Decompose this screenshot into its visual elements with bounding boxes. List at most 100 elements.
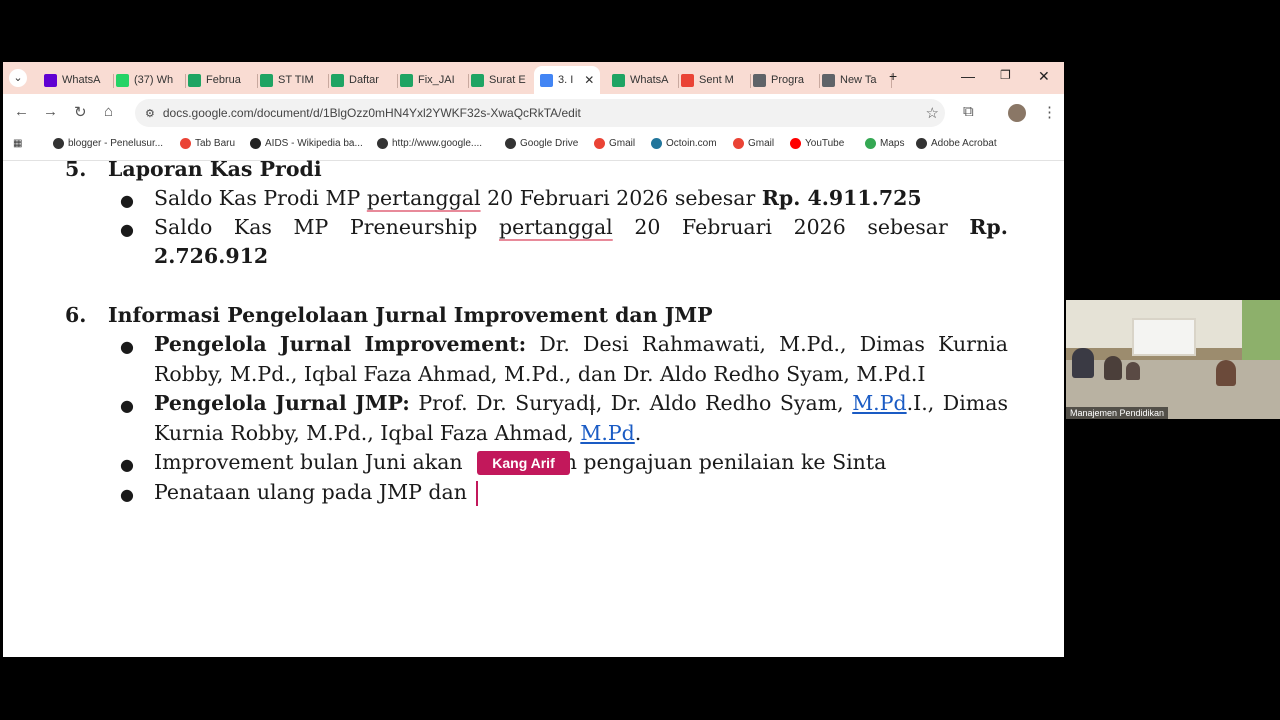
bookmark-label: http://www.google.... — [392, 138, 483, 149]
tab[interactable]: 3. I ✕ — [534, 66, 600, 94]
video-call-thumbnail[interactable]: Manajemen Pendidikan — [1066, 300, 1280, 419]
profile-avatar[interactable] — [1008, 104, 1026, 122]
bullet: ● — [120, 396, 134, 415]
word: Pengelola — [154, 332, 267, 356]
minimize-icon[interactable]: — — [961, 68, 975, 84]
bookmark-item[interactable]: Maps — [865, 138, 904, 149]
tab-label: New Ta — [840, 74, 877, 86]
tab-label: Progra — [771, 74, 805, 86]
mouse-ibeam-icon — [591, 397, 593, 415]
video-participant — [1216, 360, 1236, 386]
list-item: Penataan ulang pada JMP dan — [154, 480, 467, 504]
text-run: n pengajuan penilaian ke Sinta — [563, 450, 887, 474]
word: .I., — [906, 391, 935, 415]
tab[interactable]: (37) Wh — [110, 66, 186, 94]
extensions-icon[interactable]: ⧉ — [963, 103, 974, 120]
spellcheck-word[interactable]: pertanggal — [499, 215, 613, 239]
bookmark-item[interactable]: Gmail — [733, 138, 774, 149]
video-participant — [1126, 362, 1140, 380]
list-item: Pengelola Jurnal JMP: Prof. Dr. Suryadi,… — [154, 391, 1008, 415]
close-window-icon[interactable]: ✕ — [1038, 68, 1050, 85]
back-icon[interactable]: ← — [14, 103, 29, 120]
tab[interactable]: Fix_JAI — [394, 66, 469, 94]
text-run: Kurnia Robby, M.Pd., Iqbal Faza Ahmad, — [154, 421, 574, 445]
close-tab-icon[interactable]: ✕ — [584, 73, 594, 87]
bullet: ● — [120, 455, 134, 474]
word: Kurnia — [938, 332, 1008, 356]
hyperlink[interactable]: M.Pd — [580, 421, 634, 445]
bookmark-item[interactable]: Google Drive — [505, 138, 578, 149]
restore-icon[interactable]: ❐ — [1000, 68, 1011, 82]
bookmark-item[interactable]: Adobe Acrobat — [916, 138, 997, 149]
text-run: 20 Februari 2026 sebesar — [487, 186, 756, 210]
tab[interactable]: New Ta — [816, 66, 892, 94]
tab[interactable]: Daftar — [325, 66, 398, 94]
google-drive-icon — [331, 73, 344, 87]
google-drive-icon — [612, 73, 625, 87]
tab[interactable]: WhatsA — [38, 66, 114, 94]
word: Kas — [233, 215, 272, 239]
bookmark-item[interactable]: blogger - Penelusur... — [53, 138, 163, 149]
word: Prof. — [418, 391, 468, 415]
bookmark-star-icon[interactable]: ☆ — [926, 104, 939, 122]
tab-label: WhatsA — [630, 74, 669, 86]
gmail-icon — [681, 73, 694, 87]
tab[interactable]: Sent M — [675, 66, 751, 94]
word: Aldo — [649, 391, 697, 415]
google-icon — [180, 138, 191, 149]
hyperlink[interactable]: M.Pd — [852, 391, 906, 415]
section-heading: Informasi Pengelolaan Jurnal Improvement… — [108, 303, 713, 327]
globe-icon — [377, 138, 388, 149]
word: Preneurship — [349, 215, 478, 239]
bookmark-label: Octoin.com — [666, 138, 717, 149]
tab-label: 3. I — [558, 74, 574, 86]
gmail-icon — [594, 138, 605, 149]
globe-icon — [916, 138, 927, 149]
bookmark-label: blogger - Penelusur... — [68, 138, 164, 149]
tab-search-chevron-icon[interactable]: ⌄ — [9, 69, 27, 87]
bookmark-item[interactable]: Tab Baru — [180, 138, 235, 149]
bookmark-label: Tab Baru — [195, 138, 236, 149]
text-run: Improvement bulan Juni akan — [154, 450, 463, 474]
tab[interactable]: Februa — [182, 66, 258, 94]
tab[interactable]: Surat E — [465, 66, 538, 94]
bookmark-label: Gmail — [748, 138, 775, 149]
bookmark-item[interactable]: YouTube — [790, 138, 844, 149]
google-docs-icon — [540, 73, 553, 87]
wikipedia-icon — [250, 138, 261, 149]
tab[interactable]: WhatsA — [606, 66, 679, 94]
maps-icon — [865, 138, 876, 149]
tab-bar: ⌄ WhatsA (37) Wh Februa ST TIM Daftar Fix_JAI… — [3, 62, 1064, 94]
bookmark-label: AIDS - Wikipedia ba... — [265, 138, 363, 149]
url-field[interactable]: ⚙ docs.google.com/document/d/1BlgOzz0mHN… — [135, 99, 945, 127]
spellcheck-word[interactable]: pertanggal — [367, 186, 481, 210]
document-page[interactable]: 5. Laporan Kas Prodi ● Saldo Kas Prodi M… — [3, 157, 1064, 657]
tab[interactable]: Progra — [747, 66, 820, 94]
tab[interactable]: ST TIM — [254, 66, 329, 94]
list-item: Pengelola Jurnal Improvement: Dr. Desi R… — [154, 332, 1008, 356]
word: JMP: — [355, 391, 410, 415]
tab-label: WhatsA — [62, 74, 101, 86]
menu-icon[interactable]: ⋮ — [1042, 103, 1057, 121]
word: Saldo — [154, 215, 213, 239]
google-drive-icon — [188, 73, 201, 87]
bullet: ● — [120, 485, 134, 504]
text-cursor — [476, 481, 478, 506]
bookmark-item[interactable]: Octoin.com — [651, 138, 717, 149]
bookmark-item[interactable]: Gmail — [594, 138, 635, 149]
bookmark-item[interactable]: AIDS - Wikipedia ba... — [250, 138, 363, 149]
new-tab-icon[interactable]: + — [889, 68, 897, 84]
section-number: 5. — [65, 157, 87, 181]
home-icon[interactable]: ⌂ — [104, 103, 113, 120]
apps-grid-icon[interactable]: ▦ — [13, 138, 22, 149]
bookmark-item[interactable]: http://www.google.... — [377, 138, 482, 149]
reload-icon[interactable]: ↻ — [74, 103, 87, 121]
tab-label: Sent M — [699, 74, 734, 86]
amount: Rp. — [969, 215, 1008, 239]
forward-icon[interactable]: → — [43, 103, 58, 120]
word: 20 — [634, 215, 661, 239]
tab-label: Februa — [206, 74, 241, 86]
bullet: ● — [120, 191, 134, 210]
video-participant — [1072, 348, 1094, 378]
site-info-icon[interactable]: ⚙ — [145, 107, 155, 120]
